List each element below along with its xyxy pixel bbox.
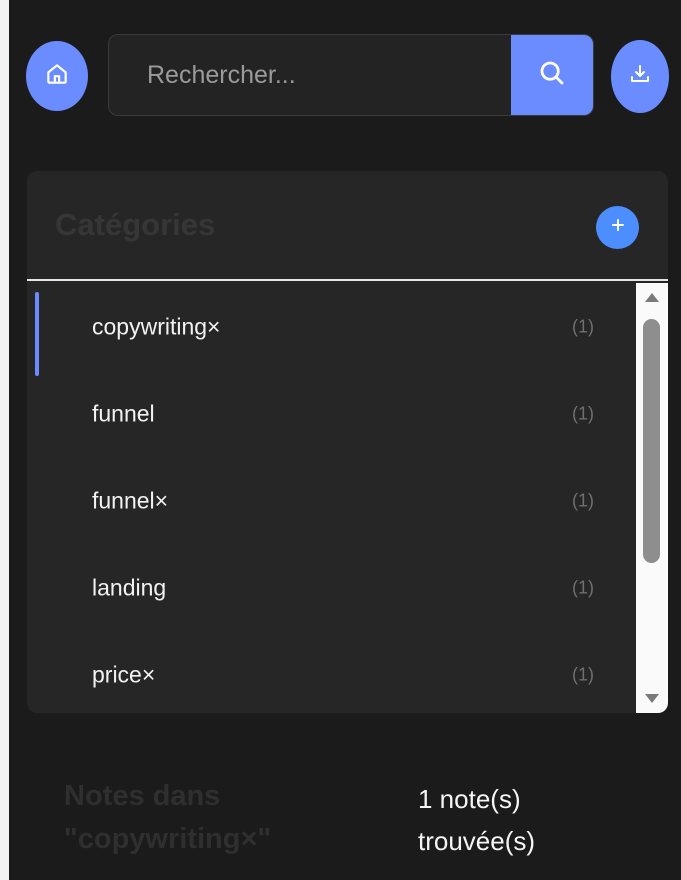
scroll-thumb[interactable] <box>643 319 660 563</box>
category-item-landing[interactable]: landing (1) <box>27 544 636 631</box>
search-icon <box>537 58 567 93</box>
category-list: copywriting× (1) funnel (1) funnel× (1) … <box>27 283 636 713</box>
category-item-price[interactable]: price× (1) <box>27 631 636 713</box>
window-edge <box>0 0 9 880</box>
category-count: (1) <box>572 316 594 336</box>
category-count: (1) <box>572 577 594 597</box>
scroll-up-arrow-icon[interactable] <box>636 285 668 309</box>
category-label: landing <box>92 574 167 600</box>
category-item-funnel-x[interactable]: funnel× (1) <box>27 457 636 544</box>
category-count: (1) <box>572 490 594 510</box>
category-label: funnel <box>92 400 155 426</box>
add-category-button[interactable] <box>596 206 639 249</box>
scroll-down-arrow-icon[interactable] <box>636 687 668 711</box>
home-icon <box>44 61 70 92</box>
home-button[interactable] <box>26 41 88 111</box>
download-icon <box>628 62 652 91</box>
categories-header: Catégories <box>27 171 668 281</box>
category-count: (1) <box>572 403 594 423</box>
search-button[interactable] <box>511 35 593 115</box>
categories-panel: Catégories copywriting× (1) funnel (1) f… <box>27 171 668 713</box>
notes-heading-line1: Notes dans <box>64 780 221 812</box>
plus-icon <box>610 217 626 238</box>
category-label: funnel× <box>92 487 169 513</box>
categories-title: Catégories <box>55 207 216 242</box>
search-bar <box>108 34 594 116</box>
category-count: (1) <box>572 664 594 684</box>
search-input[interactable] <box>109 35 512 115</box>
notes-heading: Notes dans "copywriting×" <box>64 775 364 861</box>
notes-count-line2: trouvée(s) <box>418 826 536 856</box>
category-item-copywriting[interactable]: copywriting× (1) <box>27 283 636 376</box>
notes-count-line1: 1 note(s) <box>418 784 521 814</box>
category-item-funnel[interactable]: funnel (1) <box>27 370 636 457</box>
notes-count: 1 note(s) trouvée(s) <box>418 778 618 862</box>
download-button[interactable] <box>611 40 669 113</box>
category-scrollbar[interactable] <box>636 283 668 713</box>
category-label: copywriting× <box>92 313 221 339</box>
category-label: price× <box>92 661 156 687</box>
active-indicator <box>35 292 39 376</box>
notes-heading-line2: "copywriting×" <box>64 823 272 855</box>
app-window: Catégories copywriting× (1) funnel (1) <box>0 0 681 880</box>
